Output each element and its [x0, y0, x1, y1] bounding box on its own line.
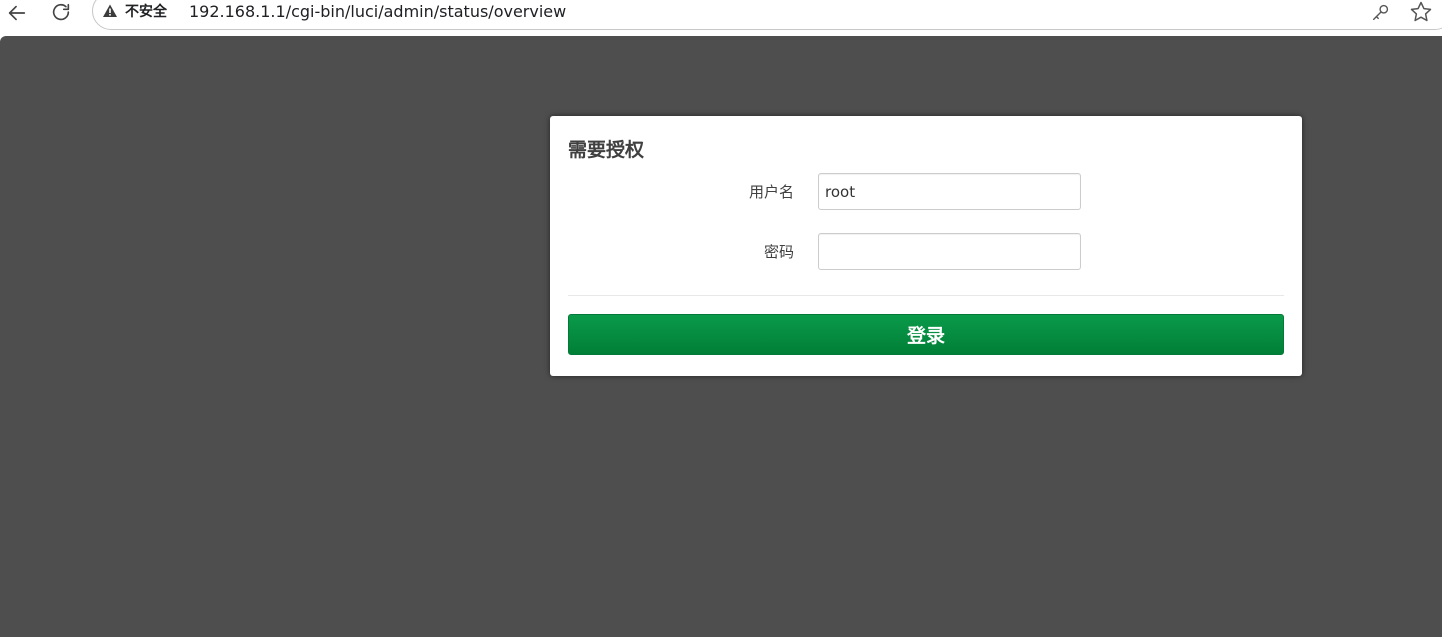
login-title: 需要授权: [568, 139, 645, 161]
reload-icon: [52, 3, 70, 21]
login-button[interactable]: 登录: [568, 314, 1284, 355]
username-input[interactable]: [818, 173, 1081, 210]
page-viewport: 需要授权 用户名 密码 登录: [0, 36, 1442, 637]
browser-toolbar: 不安全 192.168.1.1/cgi-bin/luci/admin/statu…: [0, 0, 1442, 36]
login-card: 需要授权 用户名 密码 登录: [550, 116, 1302, 376]
back-button[interactable]: [0, 0, 34, 26]
security-indicator[interactable]: 不安全: [125, 2, 167, 22]
form-divider: [568, 295, 1284, 296]
key-icon[interactable]: [1370, 1, 1392, 23]
username-label: 用户名: [748, 183, 794, 201]
url-text[interactable]: 192.168.1.1/cgi-bin/luci/admin/status/ov…: [189, 1, 566, 23]
warning-triangle-icon: [103, 4, 117, 17]
password-input[interactable]: [818, 233, 1081, 270]
password-label: 密码: [763, 243, 794, 261]
reload-button[interactable]: [44, 0, 78, 26]
star-icon[interactable]: [1409, 0, 1433, 24]
arrow-left-icon: [8, 5, 26, 21]
